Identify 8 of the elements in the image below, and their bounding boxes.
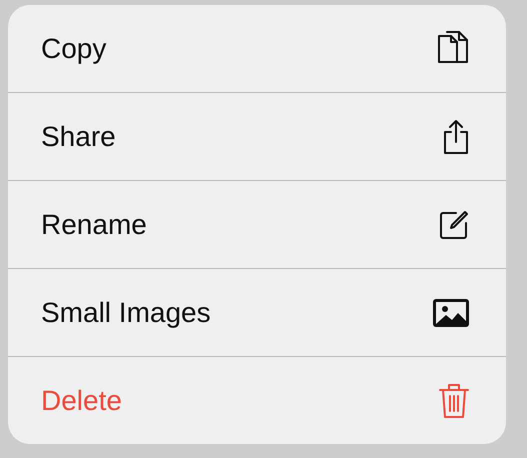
edit-icon	[438, 208, 470, 240]
menu-item[interactable]: Share	[8, 92, 506, 180]
menu-item[interactable]: Small Images	[8, 268, 506, 356]
menu-item[interactable]: Rename	[8, 180, 506, 268]
image-icon	[432, 298, 470, 328]
menu-item[interactable]: Copy	[8, 5, 506, 92]
trash-icon	[438, 382, 470, 420]
share-icon	[442, 118, 470, 156]
